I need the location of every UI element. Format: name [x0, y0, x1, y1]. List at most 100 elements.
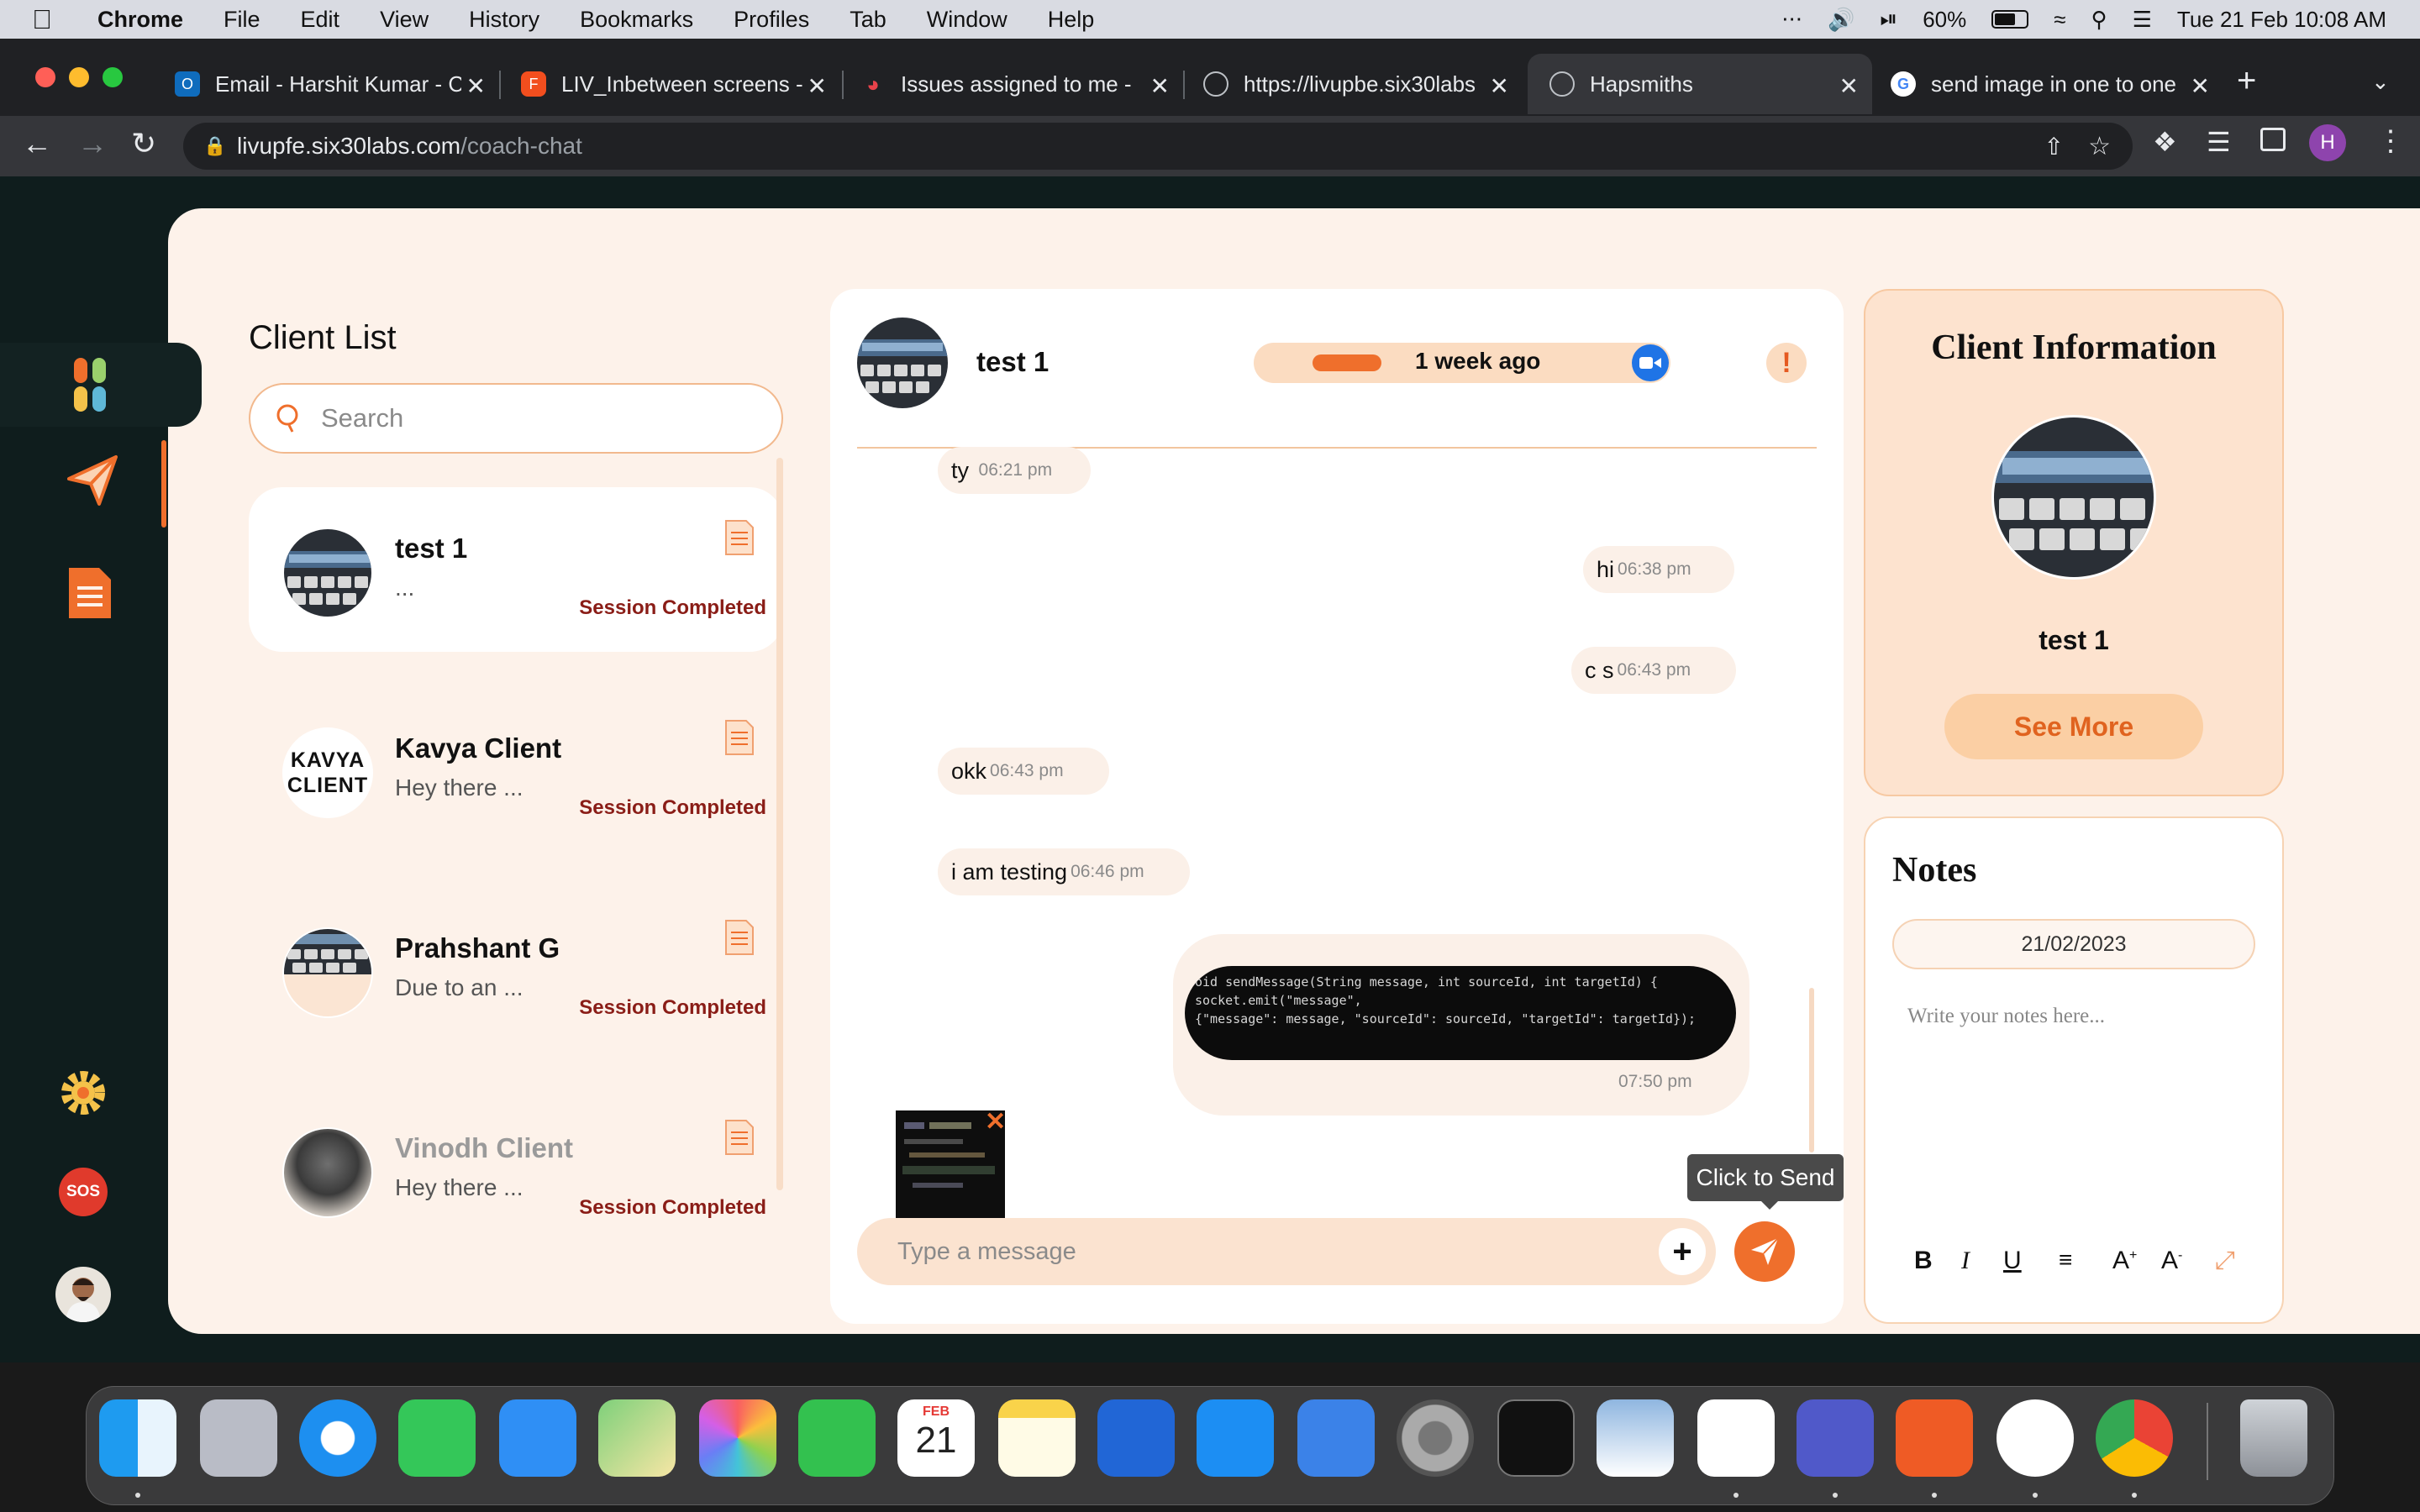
safari-icon[interactable] [299, 1399, 376, 1477]
terminal-icon[interactable] [1497, 1399, 1575, 1477]
font-size-decrease-icon[interactable]: A- [2161, 1247, 2182, 1275]
remove-attachment-icon[interactable]: ✕ [985, 1107, 1006, 1137]
side-panel-icon[interactable] [2260, 128, 2286, 151]
attach-plus-button[interactable]: + [1659, 1228, 1706, 1275]
menu-help[interactable]: Help [1028, 7, 1115, 33]
document-icon[interactable] [724, 719, 755, 756]
notes-textarea[interactable]: Write your notes here... [1907, 1005, 2105, 1028]
android-studio-icon[interactable] [1996, 1399, 2074, 1477]
expand-icon[interactable]: ⤢ [2215, 1247, 2235, 1275]
client-search-input[interactable]: Search [249, 383, 783, 454]
menu-edit[interactable]: Edit [281, 7, 360, 33]
message-input[interactable]: Type a message [857, 1218, 1716, 1285]
menu-window[interactable]: Window [907, 7, 1028, 33]
teams-icon[interactable] [1797, 1399, 1874, 1477]
bold-icon[interactable]: B [1914, 1247, 1933, 1275]
new-tab-button[interactable]: + [2237, 62, 2256, 100]
tab-close-icon[interactable]: ✕ [1839, 72, 1859, 100]
menu-history[interactable]: History [449, 7, 560, 33]
video-call-icon[interactable] [1632, 344, 1669, 381]
photos-icon[interactable] [699, 1399, 776, 1477]
menu-file[interactable]: File [203, 7, 281, 33]
address-bar[interactable]: 🔒 livupfe.six30labs.com/coach-chat ⇧ ☆ [183, 123, 2133, 170]
window-minimize-button[interactable] [69, 67, 89, 87]
trash-icon[interactable] [2240, 1399, 2307, 1477]
code-screenshot-image[interactable]: oid sendMessage(String message, int sour… [1185, 966, 1736, 1060]
menu-tab[interactable]: Tab [829, 7, 907, 33]
client-item-prahshant[interactable]: Prahshant G Due to an ... Session Comple… [249, 887, 783, 1052]
bluetooth-dots-icon[interactable]: ⋅⋅⋅ [1781, 7, 1802, 33]
underline-icon[interactable]: U [2003, 1247, 2022, 1275]
send-button[interactable] [1734, 1221, 1795, 1282]
control-center-icon[interactable]: ☰ [2133, 7, 2152, 33]
app-store-icon[interactable] [1197, 1399, 1274, 1477]
extensions-icon[interactable]: ❖ [2153, 126, 2177, 158]
font-size-increase-icon[interactable]: A+ [2112, 1247, 2137, 1275]
finder-icon[interactable] [99, 1399, 176, 1477]
menu-app-name[interactable]: Chrome [77, 7, 203, 33]
share-icon[interactable]: ⇧ [2044, 133, 2064, 160]
volume-icon[interactable]: 🔊 [1828, 7, 1854, 33]
chat-scrollbar[interactable] [1809, 988, 1814, 1152]
app-logo-icon[interactable] [72, 358, 109, 413]
italic-icon[interactable]: I [1961, 1247, 1970, 1275]
calendar-icon[interactable]: FEB 21 [897, 1399, 975, 1477]
document-nav-icon[interactable] [67, 566, 113, 620]
notes-date-field[interactable]: 21/02/2023 [1892, 919, 2255, 969]
document-icon[interactable] [724, 1119, 755, 1156]
postman-icon[interactable] [1896, 1399, 1973, 1477]
send-nav-icon[interactable] [66, 454, 119, 507]
media-queue-icon[interactable]: ☰ [2207, 126, 2231, 158]
tab-close-icon[interactable]: ✕ [2185, 72, 2210, 100]
see-more-button[interactable]: See More [1944, 694, 2203, 759]
menu-view[interactable]: View [360, 7, 449, 33]
window-zoom-button[interactable] [103, 67, 123, 87]
settings-gear-icon[interactable] [59, 1068, 108, 1117]
play-icon[interactable]: ⏯ [1880, 6, 1897, 33]
document-icon[interactable] [724, 919, 755, 956]
apple-icon[interactable]:  [0, 4, 77, 35]
tab-close-icon[interactable]: ✕ [460, 72, 486, 100]
user-avatar[interactable] [55, 1267, 111, 1322]
back-button[interactable]: ← [22, 126, 52, 161]
tab-google-search[interactable]: G send image in one to one ✕ [1891, 54, 2210, 114]
alert-icon[interactable]: ! [1766, 343, 1807, 383]
chrome-icon[interactable] [2096, 1399, 2173, 1477]
tab-livupbe[interactable]: https://livupbe.six30labs ✕ [1203, 54, 1509, 114]
menubar-datetime[interactable]: Tue 21 Feb 10:08 AM [2177, 7, 2386, 33]
tab-figma[interactable]: F LIV_Inbetween screens - ✕ [521, 54, 827, 114]
client-item-kavya[interactable]: KAVYA CLIENT Kavya Client Hey there ... … [249, 687, 783, 852]
spotlight-icon[interactable]: ⚲ [2091, 7, 2107, 33]
wifi-icon[interactable]: ≈ [2054, 7, 2065, 33]
bullet-list-icon[interactable]: ≡ [2059, 1247, 2072, 1273]
chrome-menu-icon[interactable]: ⋮ [2376, 124, 2405, 158]
client-list-scrollbar[interactable] [776, 458, 783, 1190]
profile-avatar[interactable]: H [2309, 124, 2346, 161]
forward-button[interactable]: → [77, 126, 108, 161]
sos-button[interactable]: SOS [59, 1168, 108, 1216]
window-close-button[interactable] [35, 67, 55, 87]
client-item-test-1[interactable]: test 1 ... Session Completed [249, 487, 783, 652]
menu-profiles[interactable]: Profiles [713, 7, 829, 33]
xcode-icon[interactable] [1097, 1399, 1175, 1477]
menu-bookmarks[interactable]: Bookmarks [560, 7, 713, 33]
launchpad-icon[interactable] [200, 1399, 277, 1477]
mail-icon[interactable] [499, 1399, 576, 1477]
bookmark-star-icon[interactable]: ☆ [2088, 132, 2111, 161]
tab-hapsmiths[interactable]: Hapsmiths ✕ [1528, 54, 1872, 114]
battery-icon[interactable] [1991, 10, 2029, 29]
notes-app-icon[interactable] [998, 1399, 1076, 1477]
tab-close-icon[interactable]: ✕ [1484, 72, 1509, 100]
tab-close-icon[interactable]: ✕ [802, 72, 827, 100]
system-preferences-icon[interactable] [1397, 1399, 1474, 1477]
maps-icon[interactable] [598, 1399, 676, 1477]
vscode-icon[interactable] [1697, 1399, 1775, 1477]
tab-search-chevron-icon[interactable]: ⌄ [2371, 69, 2390, 95]
tab-email[interactable]: O Email - Harshit Kumar - C ✕ [175, 54, 486, 114]
preview-icon[interactable] [1597, 1399, 1674, 1477]
document-icon[interactable] [724, 519, 755, 556]
tab-jira[interactable]: ◕ Issues assigned to me - ✕ [860, 54, 1170, 114]
client-item-vinodh[interactable]: Vinodh Client Hey there ... Session Comp… [249, 1087, 783, 1252]
messages-icon[interactable] [398, 1399, 476, 1477]
reload-button[interactable]: ↻ [131, 126, 156, 161]
